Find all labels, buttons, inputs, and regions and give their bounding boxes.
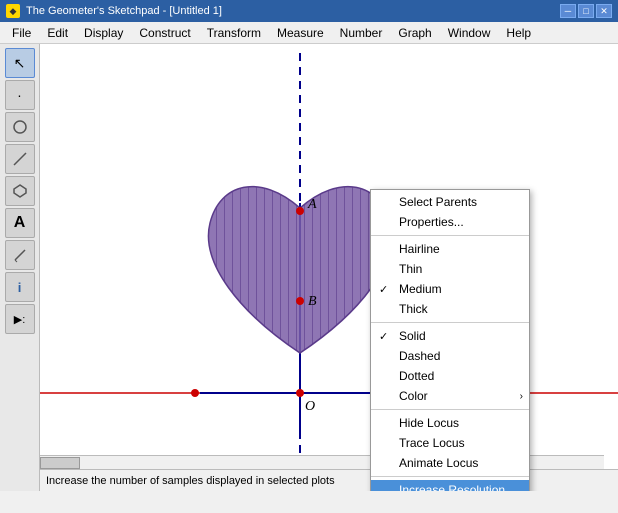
drawing-canvas: A B O xyxy=(40,44,618,491)
svg-text:B: B xyxy=(308,294,317,309)
ctx-solid[interactable]: ✓ Solid xyxy=(371,326,529,346)
h-scrollbar-thumb[interactable] xyxy=(40,457,80,469)
ctx-medium[interactable]: ✓ Medium xyxy=(371,279,529,299)
menu-help[interactable]: Help xyxy=(498,22,539,43)
animation-tool[interactable]: ▶: xyxy=(5,304,35,334)
menu-construct[interactable]: Construct xyxy=(131,22,198,43)
line-tool[interactable] xyxy=(5,144,35,174)
ctx-trace-locus-label: Trace Locus xyxy=(399,436,465,450)
polygon-tool[interactable] xyxy=(5,176,35,206)
toolbar: ↖ · A i ▶: xyxy=(0,44,40,491)
minimize-button[interactable]: ─ xyxy=(560,4,576,18)
menu-graph[interactable]: Graph xyxy=(390,22,439,43)
ctx-properties-label: Properties... xyxy=(399,215,464,229)
menu-display[interactable]: Display xyxy=(76,22,131,43)
ctx-sep-2 xyxy=(371,322,529,323)
menu-file[interactable]: File xyxy=(4,22,39,43)
info-tool[interactable]: i xyxy=(5,272,35,302)
ctx-color[interactable]: Color › xyxy=(371,386,529,406)
canvas-area[interactable]: A B O Select Parents Properties... Hairl… xyxy=(40,44,618,491)
ctx-color-label: Color xyxy=(399,389,428,403)
window-controls: ─ □ ✕ xyxy=(560,4,612,18)
pencil-tool[interactable] xyxy=(5,240,35,270)
ctx-hide-locus-label: Hide Locus xyxy=(399,416,459,430)
menu-transform[interactable]: Transform xyxy=(199,22,269,43)
svg-text:A: A xyxy=(307,197,317,212)
main-area: ↖ · A i ▶: xyxy=(0,44,618,491)
ctx-thick[interactable]: Thick xyxy=(371,299,529,319)
maximize-button[interactable]: □ xyxy=(578,4,594,18)
ctx-thin[interactable]: Thin xyxy=(371,259,529,279)
status-bar: Increase the number of samples displayed… xyxy=(40,469,618,491)
ctx-solid-check: ✓ xyxy=(379,330,388,343)
ctx-dashed-label: Dashed xyxy=(399,349,440,363)
ctx-medium-check: ✓ xyxy=(379,283,388,296)
close-button[interactable]: ✕ xyxy=(596,4,612,18)
ctx-medium-label: Medium xyxy=(399,282,442,296)
point-tool[interactable]: · xyxy=(5,80,35,110)
ctx-select-parents-label: Select Parents xyxy=(399,195,477,209)
ctx-sep-1 xyxy=(371,235,529,236)
app-icon: ◆ xyxy=(6,4,20,18)
ctx-dotted[interactable]: Dotted xyxy=(371,366,529,386)
context-menu: Select Parents Properties... Hairline Th… xyxy=(370,189,530,491)
ctx-solid-label: Solid xyxy=(399,329,426,343)
ctx-hide-locus[interactable]: Hide Locus xyxy=(371,413,529,433)
menu-measure[interactable]: Measure xyxy=(269,22,332,43)
ctx-animate-locus-label: Animate Locus xyxy=(399,456,478,470)
text-tool[interactable]: A xyxy=(5,208,35,238)
ctx-sep-4 xyxy=(371,476,529,477)
ctx-trace-locus[interactable]: Trace Locus xyxy=(371,433,529,453)
ctx-dotted-label: Dotted xyxy=(399,369,434,383)
ctx-hairline-label: Hairline xyxy=(399,242,440,256)
title-bar: ◆ The Geometer's Sketchpad - [Untitled 1… xyxy=(0,0,618,22)
status-text: Increase the number of samples displayed… xyxy=(46,475,335,487)
ctx-sep-3 xyxy=(371,409,529,410)
menu-number[interactable]: Number xyxy=(332,22,391,43)
ctx-hairline[interactable]: Hairline xyxy=(371,239,529,259)
ctx-thin-label: Thin xyxy=(399,262,422,276)
ctx-animate-locus[interactable]: Animate Locus xyxy=(371,453,529,473)
ctx-color-arrow: › xyxy=(520,391,523,402)
ctx-properties[interactable]: Properties... xyxy=(371,212,529,232)
svg-text:O: O xyxy=(305,399,315,414)
ctx-dashed[interactable]: Dashed xyxy=(371,346,529,366)
menu-window[interactable]: Window xyxy=(440,22,499,43)
menu-bar: File Edit Display Construct Transform Me… xyxy=(0,22,618,44)
select-tool[interactable]: ↖ xyxy=(5,48,35,78)
title-bar-title: The Geometer's Sketchpad - [Untitled 1] xyxy=(26,5,554,17)
ctx-select-parents[interactable]: Select Parents xyxy=(371,192,529,212)
ctx-increase-resolution[interactable]: Increase Resolution xyxy=(371,480,529,491)
ctx-thick-label: Thick xyxy=(399,302,428,316)
ctx-increase-resolution-label: Increase Resolution xyxy=(399,483,505,491)
menu-edit[interactable]: Edit xyxy=(39,22,76,43)
compass-tool[interactable] xyxy=(5,112,35,142)
